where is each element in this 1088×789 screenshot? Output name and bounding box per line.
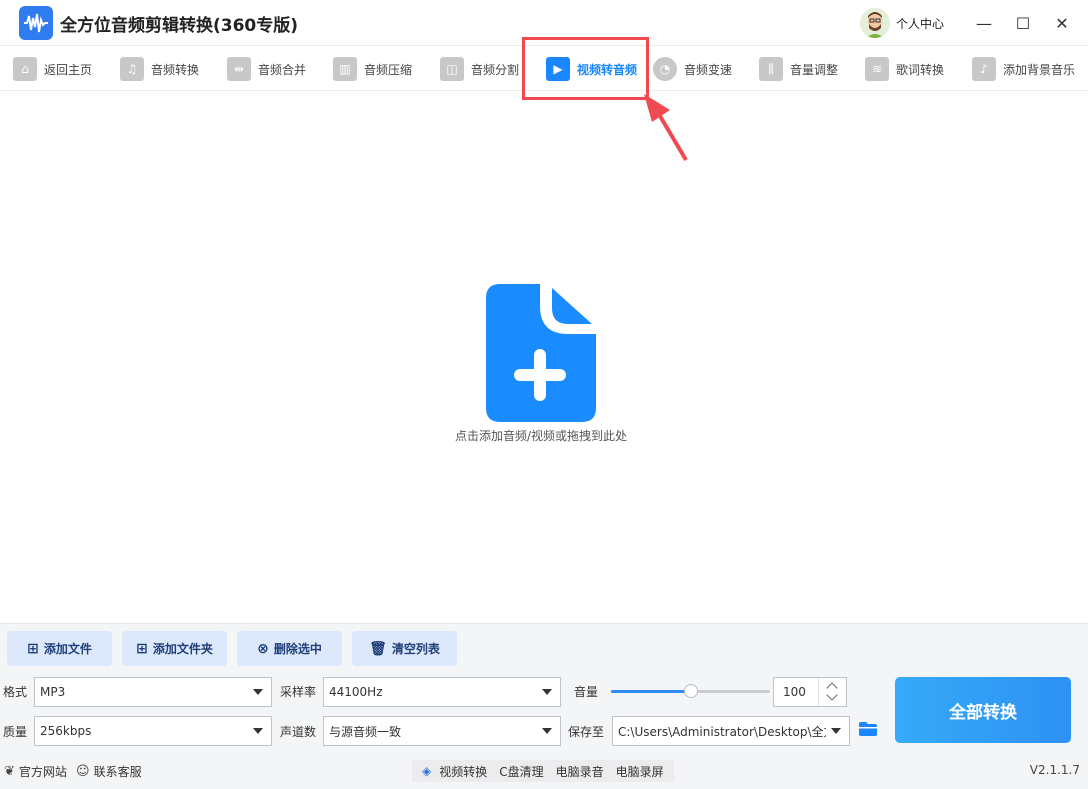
toolbar-label: 音频转换 <box>151 62 200 77</box>
version-label: V2.1.1.7 <box>1029 763 1080 777</box>
equalizer-icon: ⫼ <box>759 57 783 81</box>
volume-stepper[interactable]: 100 <box>773 677 847 707</box>
toolbar-background-music[interactable]: ♪ 添加背景音乐 <box>972 46 1075 92</box>
toolbar-lyrics-convert[interactable]: ≋ 歌词转换 <box>865 46 944 92</box>
leaf-icon: ❦ <box>4 764 15 779</box>
maximize-button[interactable]: ☐ <box>1010 10 1036 36</box>
toolbar-label: 音频分割 <box>471 62 520 77</box>
video-convert-icon: ◈ <box>422 764 432 778</box>
volume-slider[interactable] <box>611 684 770 698</box>
delete-circle-icon: ⊗ <box>257 640 269 657</box>
highlight-box <box>522 37 649 100</box>
file-add-icon[interactable] <box>486 284 598 422</box>
footer: ❦ 官方网站 ☺ 联系客服 ◈ 视频转换 C盘清理 电脑录音 电脑录屏 V2.1… <box>0 755 1088 789</box>
speed-gauge-icon: ◔ <box>653 57 677 81</box>
folder-plus-icon: ⊞ <box>136 640 148 657</box>
trash-icon: 🗑 <box>369 640 387 657</box>
drop-hint: 点击添加音频/视频或拖拽到此处 <box>454 429 628 443</box>
official-website-link[interactable]: ❦ 官方网站 <box>4 763 67 780</box>
home-icon: ⌂ <box>13 57 37 81</box>
sample-rate-label: 采样率 <box>280 685 317 699</box>
toolbar-audio-merge[interactable]: ⇹ 音频合并 <box>227 46 306 92</box>
lyrics-icon: ≋ <box>865 57 889 81</box>
delete-selected-button[interactable]: ⊗ 删除选中 <box>237 631 342 666</box>
toolbar-label: 音量调整 <box>790 62 839 77</box>
promo-links: ◈ 视频转换 C盘清理 电脑录音 电脑录屏 <box>412 760 674 782</box>
toolbar-audio-speed[interactable]: ◔ 音频变速 <box>653 46 732 92</box>
compress-icon: ▥ <box>333 57 357 81</box>
folder-icon[interactable] <box>859 722 877 736</box>
chevron-down-icon <box>542 689 552 695</box>
toolbar-home[interactable]: ⌂ 返回主页 <box>13 46 92 92</box>
volume-slider-fill <box>611 690 691 693</box>
volume-label: 音量 <box>574 685 599 699</box>
smiley-icon: ☺ <box>76 764 90 779</box>
music-note-icon: ♫ <box>120 57 144 81</box>
split-icon: ◫ <box>440 57 464 81</box>
toolbar-audio-split[interactable]: ◫ 音频分割 <box>440 46 519 92</box>
toolbar-label: 返回主页 <box>44 62 93 77</box>
chevron-down-icon <box>253 689 263 695</box>
chevron-down-icon[interactable] <box>826 689 838 701</box>
promo-link-screen-record[interactable]: 电脑录屏 <box>616 763 664 780</box>
quality-select[interactable]: 256kbps <box>34 716 272 746</box>
add-folder-button[interactable]: ⊞ 添加文件夹 <box>122 631 227 666</box>
format-label: 格式 <box>3 685 28 699</box>
sample-rate-select[interactable]: 44100Hz <box>323 677 561 707</box>
volume-slider-thumb[interactable] <box>683 684 698 698</box>
promo-link-c-drive-clean[interactable]: C盘清理 <box>499 763 543 780</box>
promo-link-audio-record[interactable]: 电脑录音 <box>556 763 604 780</box>
chevron-down-icon <box>831 728 841 734</box>
chevron-down-icon <box>253 728 263 734</box>
merge-icon: ⇹ <box>227 57 251 81</box>
toolbar-label: 添加背景音乐 <box>1003 62 1076 77</box>
clear-list-button[interactable]: 🗑 清空列表 <box>352 631 457 666</box>
save-path-select[interactable]: C:\Users\Administrator\Desktop\全方 <box>612 716 850 746</box>
toolbar-audio-convert[interactable]: ♫ 音频转换 <box>120 46 199 92</box>
save-to-label: 保存至 <box>568 725 605 739</box>
toolbar-label: 音频合并 <box>258 62 307 77</box>
toolbar-audio-compress[interactable]: ▥ 音频压缩 <box>333 46 412 92</box>
convert-all-button[interactable]: 全部转换 <box>895 677 1071 743</box>
background-music-icon: ♪ <box>972 57 996 81</box>
chevron-down-icon <box>542 728 552 734</box>
contact-support-link[interactable]: ☺ 联系客服 <box>76 763 142 780</box>
toolbar-volume-adjust[interactable]: ⫼ 音量调整 <box>759 46 838 92</box>
minimize-button[interactable]: — <box>971 10 997 36</box>
close-button[interactable]: ✕ <box>1049 10 1075 36</box>
format-select[interactable]: MP3 <box>34 677 272 707</box>
app-title: 全方位音频剪辑转换(360专版) <box>60 16 299 36</box>
bottom-panel: ⊞ 添加文件 ⊞ 添加文件夹 ⊗ 删除选中 🗑 清空列表 格式 MP3 采样率 … <box>0 623 1088 789</box>
app-logo-icon <box>19 6 53 40</box>
channels-label: 声道数 <box>280 725 317 739</box>
channels-select[interactable]: 与源音频一致 <box>323 716 561 746</box>
toolbar-label: 音频变速 <box>684 62 733 77</box>
file-plus-icon: ⊞ <box>27 640 39 657</box>
promo-link-video-convert[interactable]: 视频转换 <box>439 763 487 780</box>
avatar[interactable] <box>860 8 890 38</box>
user-center-link[interactable]: 个人中心 <box>896 15 944 32</box>
toolbar-label: 音频压缩 <box>364 62 413 77</box>
add-file-button[interactable]: ⊞ 添加文件 <box>7 631 112 666</box>
quality-label: 质量 <box>3 725 28 739</box>
toolbar-label: 歌词转换 <box>896 62 945 77</box>
